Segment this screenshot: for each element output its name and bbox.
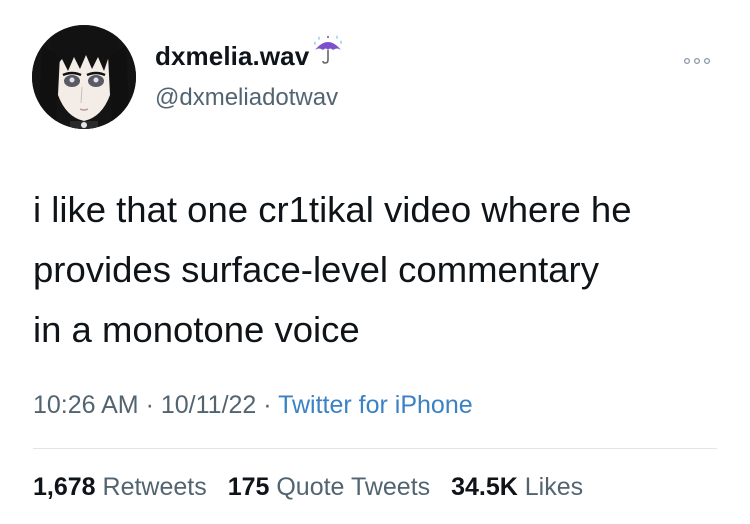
tweet-card: dxmelia.wav @dxmeliadotwav i like that o… bbox=[0, 0, 750, 524]
tweet-metadata: 10:26 AM · 10/11/22 · Twitter for iPhone bbox=[33, 391, 473, 420]
tweet-date[interactable]: 10/11/22 bbox=[161, 391, 256, 419]
retweets-stat[interactable]: 1,678 Retweets bbox=[33, 473, 207, 501]
tweet-text-line: provides surface-level commentary bbox=[33, 249, 599, 290]
likes-count: 34.5K bbox=[451, 473, 518, 501]
meta-separator: · bbox=[256, 391, 279, 419]
avatar[interactable] bbox=[32, 25, 136, 129]
author-handle[interactable]: @dxmeliadotwav bbox=[155, 84, 338, 112]
likes-label: Likes bbox=[517, 473, 584, 501]
quote-tweets-stat[interactable]: 175 Quote Tweets bbox=[228, 473, 430, 501]
avatar-image bbox=[32, 25, 136, 129]
tweet-stats: 1,678 Retweets 175 Quote Tweets 34.5K Li… bbox=[33, 473, 597, 502]
tweet-source-link[interactable]: Twitter for iPhone bbox=[278, 391, 473, 419]
retweets-label: Retweets bbox=[95, 473, 207, 501]
tweet-time[interactable]: 10:26 AM bbox=[33, 391, 139, 419]
retweets-count: 1,678 bbox=[33, 473, 96, 501]
tweet-text-line: in a monotone voice bbox=[33, 309, 360, 350]
tweet-text: i like that one cr1tikal video where he … bbox=[33, 180, 733, 360]
author-display-name[interactable]: dxmelia.wav bbox=[155, 41, 309, 72]
quote-tweets-count: 175 bbox=[227, 473, 270, 501]
tweet-text-line: i like that one cr1tikal video where he bbox=[33, 189, 632, 230]
meta-separator: · bbox=[138, 391, 161, 419]
author-name-row: dxmelia.wav bbox=[155, 35, 345, 72]
more-options-icon[interactable] bbox=[682, 54, 712, 68]
likes-stat[interactable]: 34.5K Likes bbox=[451, 473, 583, 501]
umbrella-with-rain-icon bbox=[314, 35, 342, 64]
divider bbox=[33, 448, 717, 449]
quote-tweets-label: Quote Tweets bbox=[269, 473, 431, 501]
